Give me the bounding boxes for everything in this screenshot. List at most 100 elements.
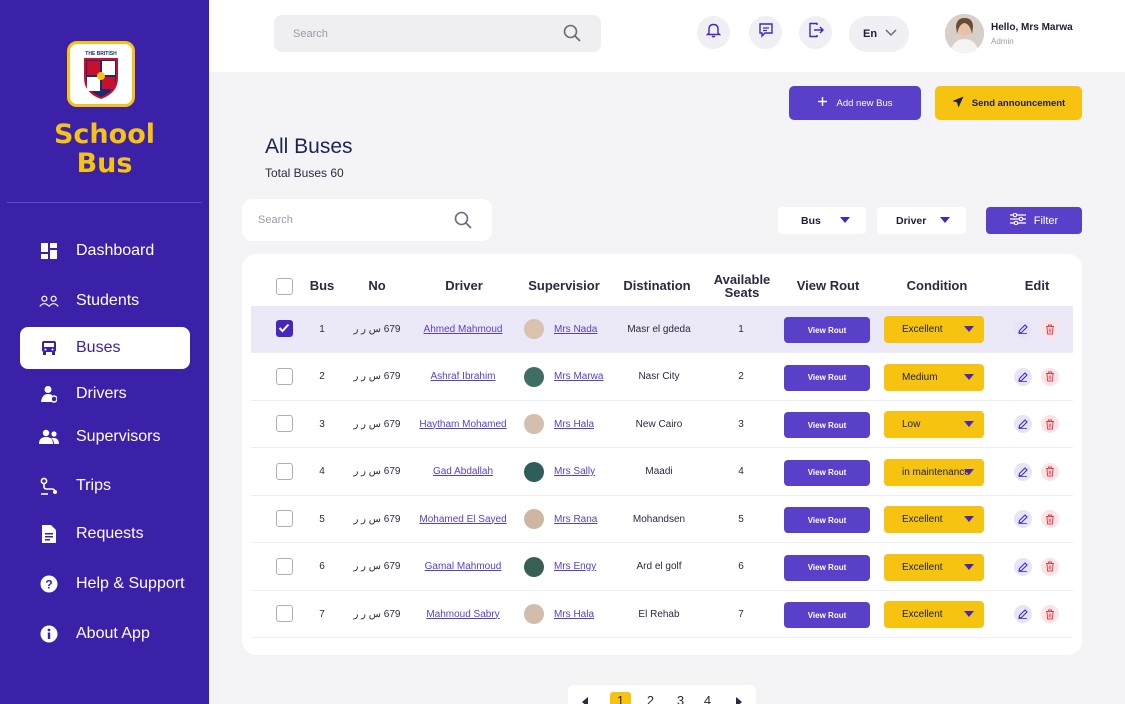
caret-down-icon [964, 421, 974, 427]
supervisor-link[interactable]: Mrs Rana [554, 514, 597, 525]
sidebar-item-students[interactable]: Students [20, 280, 190, 322]
edit-icon[interactable] [1014, 415, 1032, 433]
row-checkbox[interactable] [276, 415, 293, 432]
bus-filter-dropdown[interactable]: Bus [778, 207, 866, 234]
page-4[interactable]: 4 [697, 692, 718, 704]
condition-dropdown[interactable]: Medium [884, 363, 984, 391]
driver-link[interactable]: Ashraf Ibrahim [407, 354, 519, 400]
condition-dropdown[interactable]: Excellent [884, 506, 984, 533]
table-row[interactable]: 6 679 س ر ر Gamal Mahmoud Mrs Engy Ard el go… [251, 544, 1073, 591]
condition-dropdown[interactable]: Excellent [884, 316, 984, 343]
driver-link[interactable]: Gad Abdallah [407, 449, 519, 495]
view-route-button[interactable]: View Rout [784, 412, 870, 438]
condition-value: Medium [902, 371, 938, 383]
supervisor-link[interactable]: Mrs Engy [554, 561, 596, 572]
sidebar-item-requests[interactable]: Requests [20, 513, 190, 555]
delete-icon[interactable] [1041, 320, 1059, 338]
filter-button[interactable]: Filter [986, 207, 1082, 234]
driver-link[interactable]: Gamal Mahmoud [407, 544, 519, 590]
delete-icon[interactable] [1041, 605, 1059, 623]
edit-icon[interactable] [1014, 510, 1032, 528]
driver-link[interactable]: Mahmoud Sabry [407, 591, 519, 637]
send-announcement-button[interactable]: Send announcement [935, 86, 1082, 120]
supervisor-link[interactable]: Mrs Marwa [554, 371, 603, 382]
search-icon[interactable] [454, 211, 472, 232]
condition-dropdown[interactable]: Excellent [884, 601, 984, 628]
page-3[interactable]: 3 [670, 692, 691, 704]
edit-icon[interactable] [1014, 557, 1032, 576]
delete-icon[interactable] [1041, 557, 1059, 576]
table-row[interactable]: 7 679 س ر ر Mahmoud Sabry Mrs Hala El Rehab 7… [251, 591, 1073, 638]
delete-icon[interactable] [1041, 367, 1059, 386]
view-route-button[interactable]: View Rout [784, 317, 870, 343]
driver-link[interactable]: Haytham Mohamed [407, 401, 519, 447]
avatar [524, 604, 544, 624]
sidebar-item-buses[interactable]: Buses [20, 327, 190, 369]
condition-dropdown[interactable]: Excellent [884, 553, 984, 581]
row-checkbox[interactable] [276, 557, 293, 575]
supervisor-link[interactable]: Mrs Nada [554, 324, 597, 335]
next-page-icon[interactable] [736, 697, 742, 704]
row-checkbox[interactable] [276, 510, 293, 527]
edit-icon[interactable] [1014, 605, 1032, 623]
driver-link[interactable]: Mohamed El Sayed [407, 496, 519, 542]
condition-dropdown[interactable]: in maintenance [884, 458, 984, 486]
page-2[interactable]: 2 [640, 692, 661, 704]
messages-button[interactable] [749, 16, 782, 49]
bus-search-input[interactable]: Search [242, 199, 492, 241]
logout-button[interactable] [799, 16, 832, 49]
header-no: No [368, 278, 386, 293]
driver-filter-dropdown[interactable]: Driver [877, 207, 966, 234]
page-1[interactable]: 1 [610, 692, 631, 704]
view-route-button[interactable]: View Rout [784, 554, 870, 581]
sidebar-item-dashboard[interactable]: Dashboard [20, 230, 190, 272]
driver-link[interactable]: Ahmed Mahmoud [407, 306, 519, 352]
header-condition: Condition [906, 278, 968, 293]
table-row[interactable]: 1 679 س ر ر Ahmed Mahmoud Mrs Nada Masr el g… [251, 306, 1073, 353]
sidebar-item-help-support[interactable]: ? Help & Support [20, 563, 190, 605]
delete-icon[interactable] [1041, 415, 1059, 433]
school-logo: THE BRITISH [67, 41, 135, 107]
header-view-rout: View Rout [796, 278, 860, 293]
table-row[interactable]: 4 679 س ر ر Gad Abdallah Mrs Sally Maadi 4 Vie… [251, 449, 1073, 496]
row-checkbox[interactable] [276, 605, 293, 622]
sidebar-item-about-app[interactable]: About App [20, 613, 190, 655]
notifications-button[interactable] [697, 16, 730, 49]
row-checkbox[interactable] [276, 320, 293, 337]
edit-icon[interactable] [1014, 462, 1032, 481]
filter-label: Filter [1033, 214, 1059, 227]
supervisor-link[interactable]: Mrs Sally [554, 466, 595, 477]
search-icon[interactable] [563, 24, 581, 45]
sidebar-item-drivers[interactable]: Drivers [20, 373, 190, 415]
avatar[interactable] [945, 14, 984, 53]
row-checkbox[interactable] [276, 367, 293, 385]
top-search-input[interactable]: Search [274, 15, 601, 52]
sidebar-item-trips[interactable]: Trips [20, 465, 190, 507]
delete-icon[interactable] [1041, 510, 1059, 528]
sidebar-item-label: Dashboard [76, 242, 155, 259]
select-all-checkbox[interactable] [276, 278, 293, 295]
supervisor-link[interactable]: Mrs Hala [554, 419, 594, 430]
view-route-button[interactable]: View Rout [784, 602, 870, 628]
supervisor-link[interactable]: Mrs Hala [554, 609, 594, 620]
delete-icon[interactable] [1041, 462, 1059, 481]
prev-page-icon[interactable] [582, 697, 588, 704]
condition-dropdown[interactable]: Low [884, 411, 984, 438]
add-bus-button[interactable]: Add new Bus [789, 86, 921, 120]
condition-value: Excellent [902, 561, 943, 573]
header-destination: Distination [623, 278, 691, 293]
table-row[interactable]: 5 679 س ر ر Mohamed El Sayed Mrs Rana Mohand… [251, 496, 1073, 543]
sidebar-item-supervisors[interactable]: Supervisors [20, 416, 190, 458]
table-row[interactable]: 3 679 س ر ر Haytham Mohamed Mrs Hala New Cai… [251, 401, 1073, 448]
language-selector[interactable]: En [849, 16, 909, 52]
edit-icon[interactable] [1014, 320, 1032, 338]
edit-icon[interactable] [1014, 367, 1032, 386]
message-icon [758, 22, 774, 43]
view-route-button[interactable]: View Rout [784, 507, 870, 533]
view-route-button[interactable]: View Rout [784, 459, 870, 486]
table-row[interactable]: 2 679 س ر ر Ashraf Ibrahim Mrs Marwa Nasr Ci… [251, 354, 1073, 401]
avatar [524, 319, 544, 339]
view-route-button[interactable]: View Rout [784, 364, 870, 391]
row-checkbox[interactable] [276, 462, 293, 480]
crest-icon: THE BRITISH [84, 51, 118, 100]
